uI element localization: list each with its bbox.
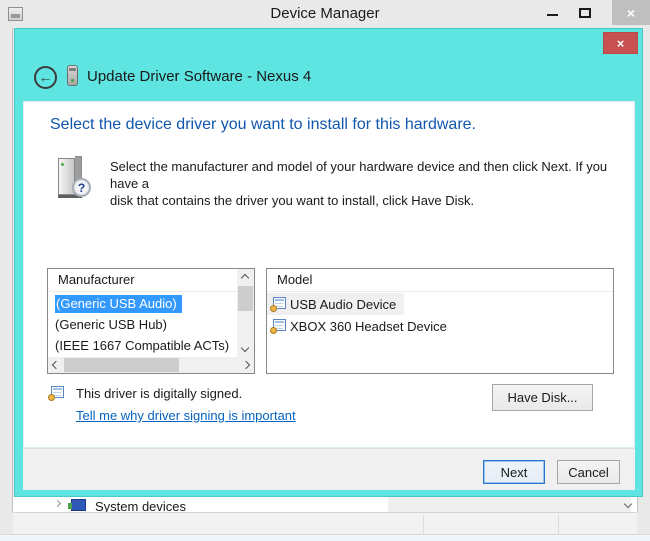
tree-item-system-devices[interactable]: System devices — [95, 499, 186, 512]
system-devices-icon — [71, 499, 86, 511]
next-button[interactable]: Next — [483, 460, 545, 484]
have-disk-button[interactable]: Have Disk... — [492, 384, 593, 411]
update-driver-dialog: × ← Update Driver Software - Nexus 4 Sel… — [14, 28, 643, 497]
list-item[interactable]: (Generic USB Hub) — [48, 314, 254, 335]
signed-driver-icon — [270, 297, 287, 312]
page-title: Select the device driver you want to ins… — [50, 116, 476, 134]
hardware-question-icon: ? — [58, 156, 98, 202]
list-item[interactable]: (Generic USB Audio) — [48, 293, 254, 314]
model-items: USB Audio Device XBOX 360 Headset Device — [267, 293, 613, 373]
tree-expander-icon[interactable] — [54, 500, 61, 507]
selected-item-label[interactable]: (Generic USB Audio) — [55, 295, 182, 313]
instruction-line-2: disk that contains the driver you want t… — [110, 192, 610, 209]
window-frame-left — [12, 28, 13, 512]
manufacturer-column-header[interactable]: Manufacturer — [48, 269, 254, 292]
device-manager-titlebar[interactable]: Device Manager × — [0, 0, 650, 28]
dialog-content-panel: Select the device driver you want to ins… — [23, 101, 635, 448]
dialog-footer: Next Cancel — [23, 448, 635, 490]
tree-horizontal-scrollbar[interactable] — [388, 497, 631, 512]
status-bar — [13, 512, 637, 534]
minimize-icon[interactable] — [547, 14, 558, 16]
status-bar-divider — [558, 515, 559, 534]
scroll-down-icon[interactable] — [241, 344, 249, 352]
signed-driver-icon — [270, 319, 287, 334]
horizontal-scrollbar[interactable] — [48, 357, 254, 373]
close-icon[interactable]: × — [612, 0, 650, 25]
vertical-scrollbar[interactable] — [237, 269, 254, 357]
scroll-up-icon[interactable] — [241, 274, 249, 282]
scrollbar-thumb[interactable] — [64, 358, 179, 372]
scroll-left-icon[interactable] — [52, 361, 60, 369]
instruction-text: Select the manufacturer and model of you… — [110, 158, 610, 209]
window-bottom-edge — [0, 534, 650, 541]
list-item[interactable]: (IEEE 1667 Compatible ACTs) — [48, 335, 254, 356]
scrollbar-thumb[interactable] — [238, 286, 253, 311]
screen: Device Manager × System devices × ← Upda… — [0, 0, 650, 541]
scroll-right-icon[interactable] — [242, 361, 250, 369]
model-listbox[interactable]: Model USB Audio Device XBOX 360 Headset … — [266, 268, 614, 374]
dialog-title: Update Driver Software - Nexus 4 — [87, 68, 311, 85]
driver-signing-link[interactable]: Tell me why driver signing is important — [76, 408, 296, 423]
cancel-button[interactable]: Cancel — [557, 460, 620, 484]
model-item-label[interactable]: USB Audio Device — [290, 297, 396, 312]
driver-device-icon — [67, 65, 78, 86]
status-bar-divider — [423, 515, 424, 534]
list-item[interactable]: USB Audio Device — [267, 293, 404, 315]
device-tree-row[interactable]: System devices — [13, 497, 637, 512]
dialog-close-icon[interactable]: × — [603, 32, 638, 54]
maximize-icon[interactable] — [579, 8, 591, 18]
instruction-line-1: Select the manufacturer and model of you… — [110, 158, 610, 192]
signed-status-text: This driver is digitally signed. — [76, 386, 242, 401]
list-item[interactable]: XBOX 360 Headset Device — [267, 315, 455, 337]
model-column-header[interactable]: Model — [267, 269, 613, 292]
model-item-label[interactable]: XBOX 360 Headset Device — [290, 319, 447, 334]
back-button[interactable]: ← — [34, 66, 57, 89]
manufacturer-listbox[interactable]: Manufacturer (Generic USB Audio) (Generi… — [47, 268, 255, 374]
digital-signature-icon — [48, 386, 65, 401]
